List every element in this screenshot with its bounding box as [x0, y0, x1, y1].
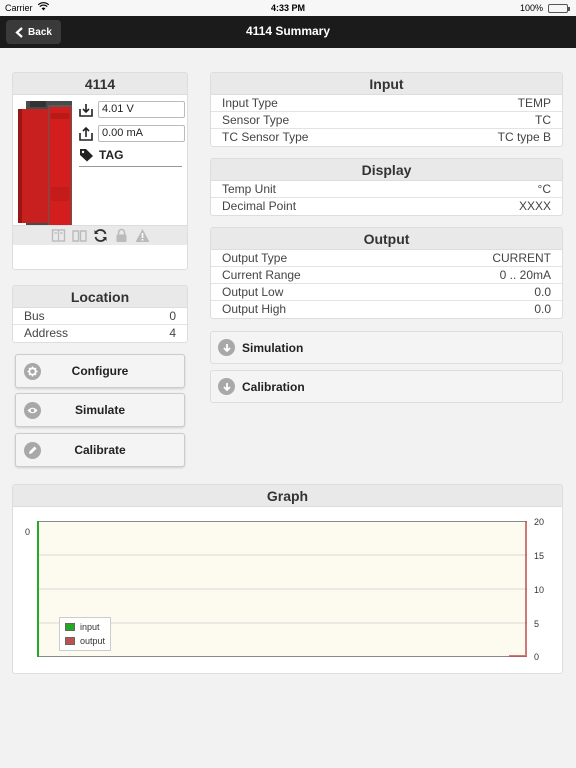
- page-title: 4114 Summary: [245, 24, 331, 38]
- output-value-row: 0.00 mA: [79, 125, 185, 142]
- legend-swatch-input: [65, 623, 75, 631]
- output-title: Output: [211, 228, 562, 250]
- tag-icon: [80, 149, 93, 162]
- tag-label: TAG: [99, 148, 124, 162]
- status-bar: Carrier 4:33 PM 100%: [0, 0, 576, 16]
- chevron-down-icon: [218, 339, 235, 356]
- legend-item-output: output: [65, 634, 105, 648]
- calibrate-button[interactable]: Calibrate: [15, 433, 185, 467]
- gear-icon: [24, 363, 41, 380]
- output-row-output-type: Output Type CURRENT: [211, 250, 562, 267]
- input-download-icon: [79, 103, 93, 117]
- legend-swatch-output: [65, 637, 75, 645]
- output-panel: Output Output Type CURRENT Current Range 0…: [210, 227, 563, 319]
- eye-icon: [24, 402, 41, 419]
- lock-icon[interactable]: [114, 228, 129, 243]
- device-toolbar: [13, 225, 187, 245]
- right-axis-tick: 20: [534, 517, 545, 527]
- left-axis-tick: 0: [25, 527, 31, 537]
- device-panel: 4114 4.01 V 0.00 mA TAG: [12, 72, 188, 270]
- simulation-section-toggle[interactable]: Simulation: [210, 331, 563, 364]
- input-row-sensor-type: Sensor Type TC: [211, 112, 562, 129]
- configure-label: Configure: [71, 364, 129, 378]
- chevron-down-icon: [218, 378, 235, 395]
- device-image: [18, 101, 74, 237]
- warning-icon[interactable]: [135, 228, 150, 243]
- input-row-tc-sensor-type: TC Sensor Type TC type B: [222, 130, 551, 144]
- battery-icon: [548, 4, 570, 13]
- refresh-icon[interactable]: [93, 228, 108, 243]
- output-row-output-high: Output High 0.0: [222, 302, 551, 316]
- calibrate-label: Calibrate: [74, 443, 126, 457]
- configure-button[interactable]: Configure: [15, 354, 185, 388]
- output-row-current-range: Current Range 0 .. 20mA: [211, 267, 562, 284]
- graph-title: Graph: [13, 485, 562, 507]
- display-title: Display: [211, 159, 562, 181]
- output-upload-icon: [79, 126, 93, 141]
- output-row-output-low: Output Low 0.0: [211, 284, 562, 301]
- input-value-field: 4.01 V: [98, 101, 185, 118]
- battery-percent: 100%: [519, 3, 543, 13]
- input-row-input-type: Input Type TEMP: [211, 95, 562, 112]
- tag-row: TAG: [79, 148, 182, 167]
- simulation-label: Simulation: [242, 340, 304, 355]
- book-open-icon[interactable]: [71, 228, 87, 243]
- location-title: Location: [13, 286, 187, 308]
- legend-item-input: input: [65, 620, 105, 634]
- book-icon[interactable]: [51, 228, 66, 243]
- calibration-label: Calibration: [242, 379, 305, 394]
- clock: 4:33 PM: [270, 3, 305, 13]
- right-axis-tick: 10: [534, 585, 545, 595]
- input-panel: Input Input Type TEMP Sensor Type TC TC Se…: [210, 72, 563, 147]
- input-value-row: 4.01 V: [79, 101, 185, 118]
- location-row-bus: Bus 0: [13, 308, 187, 325]
- pencil-icon: [24, 442, 41, 459]
- location-panel: Location Bus 0 Address 4: [12, 285, 188, 343]
- right-axis-tick: 5: [534, 619, 540, 629]
- display-panel: Display Temp Unit °C Decimal Point XXXX: [210, 158, 563, 216]
- graph-panel: Graph 0 20 15 10 5 0 input output: [12, 484, 563, 674]
- display-row-temp-unit: Temp Unit °C: [211, 181, 562, 198]
- calibration-section-toggle[interactable]: Calibration: [210, 370, 563, 403]
- right-axis-tick: 15: [534, 551, 545, 561]
- display-row-decimal-point: Decimal Point XXXX: [222, 199, 551, 213]
- simulate-button[interactable]: Simulate: [15, 393, 185, 427]
- output-value-field: 0.00 mA: [98, 125, 185, 142]
- graph-legend: input output: [59, 617, 112, 651]
- device-title: 4114: [13, 73, 187, 95]
- location-row-address: Address 4: [24, 326, 176, 340]
- nav-bar: Back 4114 Summary: [0, 16, 576, 48]
- input-title: Input: [211, 73, 562, 95]
- right-axis-tick: 0: [534, 652, 540, 662]
- simulate-label: Simulate: [74, 403, 125, 417]
